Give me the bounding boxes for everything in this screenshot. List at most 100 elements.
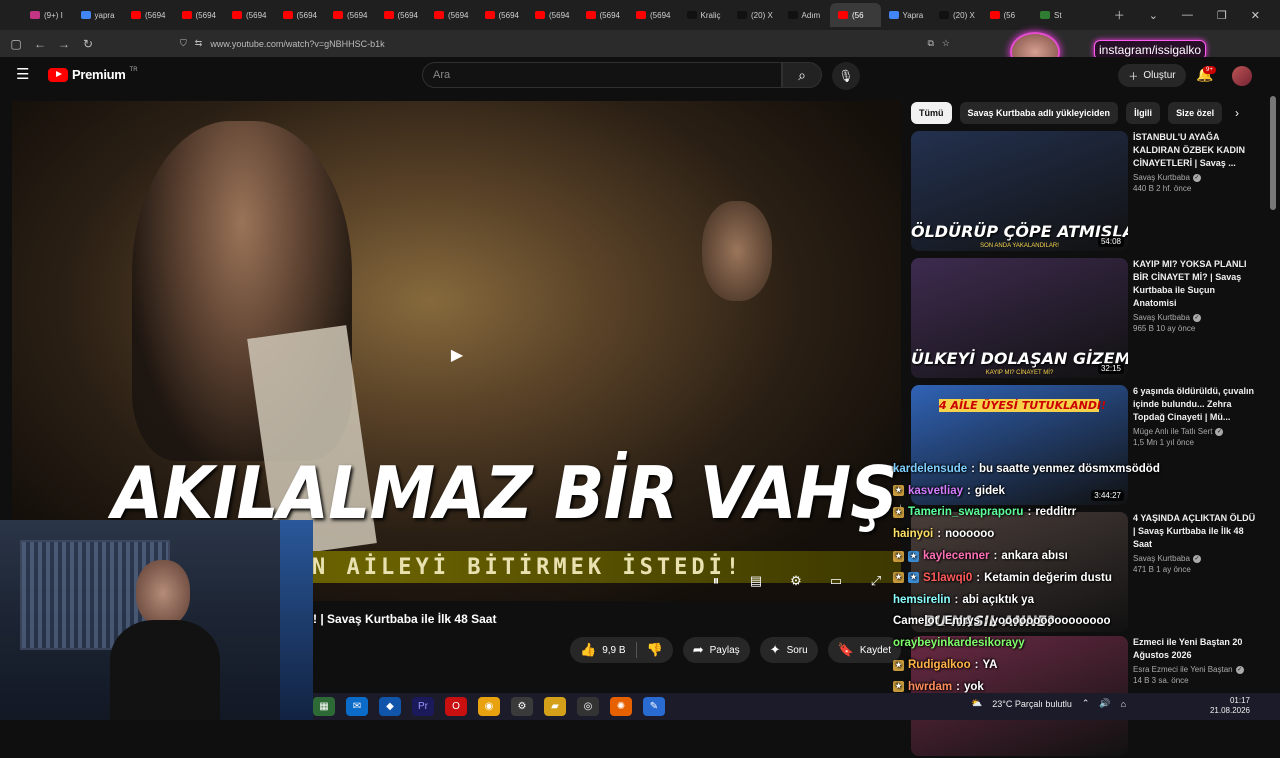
autoplay-toggle-icon[interactable]: ⏸ [707,573,725,589]
tab-favicon-icon [181,11,192,19]
settings-gear-icon[interactable]: ⚙ [787,573,805,589]
browser-tab[interactable]: (56 [830,3,881,27]
back-icon[interactable]: ← [28,37,52,51]
recommended-video[interactable]: ÖLDÜRÜP ÇÖPE ATMIŞLAR! SON ANDA YAKALANDI… [911,131,1256,253]
new-tab-icon[interactable]: ＋ [1114,7,1125,23]
screenshot-icon[interactable]: ⧉ [927,38,933,49]
browser-tab[interactable]: St [1032,3,1083,27]
voice-search-button[interactable]: 🎙 [832,62,860,90]
permissions-icon[interactable]: ⇆ [195,38,203,49]
browser-tab[interactable]: (5694 [376,3,427,27]
tab-label: (20) X [751,10,773,20]
chevron-right-icon[interactable]: › [1235,106,1239,120]
browser-tab[interactable]: (9+) I [22,3,73,27]
recommended-video-title[interactable]: Ezmeci ile Yeni Baştan 20 Ağustos 2026 [1133,636,1258,662]
firefox-icon[interactable]: ✺ [610,697,632,716]
like-button[interactable]: 👍 9,9 B 👎 [570,637,673,663]
browser-tab[interactable]: (5694 [325,3,376,27]
chat-username: Tamerin_swapraporu [908,506,1024,519]
forward-icon[interactable]: → [52,37,76,51]
filter-chip[interactable]: Tümü [911,102,952,124]
channel-name[interactable]: Müge Anlı ile Tatlı Sert [1133,427,1212,436]
ask-button[interactable]: ✦ Soru [759,637,818,663]
save-button[interactable]: 🔖 Kaydet [827,637,902,663]
browser-tab[interactable]: (5694 [578,3,629,27]
browser-tab[interactable]: (5694 [628,3,679,27]
browser-tab[interactable]: (5694 [275,3,326,27]
volume-icon[interactable]: 🔊 [1099,698,1110,709]
recommended-video-title[interactable]: 6 yaşında öldürüldü, çuvalın içinde bulu… [1133,385,1258,424]
browser-tab[interactable]: (5694 [426,3,477,27]
tab-favicon-icon [484,11,495,19]
browser-tab[interactable]: Yapra [881,3,932,27]
browser-tab[interactable]: (5694 [123,3,174,27]
close-window-icon[interactable]: ✕ [1251,9,1260,22]
subtitles-icon[interactable]: ▤ [747,573,765,589]
weather-text[interactable]: 23°C Parçalı bulutlu [992,699,1072,709]
paint-icon[interactable]: ✎ [643,697,665,716]
tab-label: (56 [1003,10,1016,20]
browser-tab[interactable]: (20) X [931,3,982,27]
chat-badge-icon: ★ [893,572,904,584]
play-icon[interactable]: ▶ [442,345,472,367]
premiere-icon[interactable]: Pr [412,697,434,716]
browser-tab[interactable]: (5694 [527,3,578,27]
clock[interactable]: 01:17 21.08.2026 [1210,696,1250,716]
workspaces-icon[interactable]: ▢ [4,37,28,51]
recommended-video-title[interactable]: KAYIP MI? YOKSA PLANLI BİR CİNAYET Mİ? |… [1133,258,1258,310]
tab-list-icon[interactable]: ⌄ [1149,9,1158,22]
opera-icon[interactable]: O [445,697,467,716]
youtube-logo[interactable]: Premium TR [48,67,138,82]
recommended-video-title[interactable]: İSTANBUL'U AYAĞA KALDIRAN ÖZBEK KADIN Cİ… [1133,131,1258,170]
restore-icon[interactable]: ❐ [1217,9,1227,22]
account-avatar[interactable] [1232,66,1252,86]
menu-icon[interactable]: ☰ [16,67,32,82]
network-icon[interactable]: ⌂ [1121,699,1126,709]
minimize-icon[interactable]: — [1182,9,1193,21]
video-stats: 471 B 1 ay önce [1133,565,1191,574]
filter-chip[interactable]: İlgili [1126,102,1161,124]
channel-name[interactable]: Savaş Kurtbaba [1133,313,1190,322]
store-icon[interactable]: ▦ [313,697,335,716]
url-field[interactable]: ⛉ ⇆ www.youtube.com/watch?v=gNBHHSC-b1k … [180,34,950,53]
thumbs-down-icon[interactable]: 👎 [647,642,663,658]
filter-chip[interactable]: Savaş Kurtbaba adlı yükleyiciden [959,102,1119,124]
share-button[interactable]: ➦ Paylaş [682,637,750,663]
chat-separator: : [1027,506,1032,519]
browser-tab[interactable]: Adım [780,3,831,27]
browser-tab[interactable]: Kraliç [679,3,730,27]
recommended-video-title[interactable]: 4 YAŞINDA AÇLIKTAN ÖLDÜ | Savaş Kurtbaba… [1133,512,1258,551]
dropbox-icon[interactable]: ◆ [379,697,401,716]
microphone-icon: 🎙 [838,69,854,83]
chrome-icon[interactable]: ◉ [478,697,500,716]
verified-check-icon: ✓ [1215,427,1224,436]
video-thumbnail[interactable]: ÜLKEYİ DOLAŞAN GİZEMLİ KAYIP KAYIP MI? Cİ… [911,258,1128,378]
refresh-icon[interactable]: ↻ [76,37,100,51]
site-info-icon[interactable]: ⛉ [180,38,187,49]
bookmark-star-icon[interactable]: ☆ [942,38,950,49]
channel-name[interactable]: Savaş Kurtbaba [1133,173,1190,182]
filter-chip[interactable]: Size özel [1168,102,1223,124]
theater-mode-icon[interactable]: ▭ [827,573,845,589]
obs-icon[interactable]: ◎ [577,697,599,716]
browser-tab[interactable]: (5694 [174,3,225,27]
file-explorer-icon[interactable]: ▰ [544,697,566,716]
chat-text: yoooooooooooooooo [991,615,1111,628]
steam-icon[interactable]: ⚙ [511,697,533,716]
recommended-video[interactable]: ÜLKEYİ DOLAŞAN GİZEMLİ KAYIP KAYIP MI? Cİ… [911,258,1256,380]
browser-tab[interactable]: (5694 [224,3,275,27]
video-thumbnail[interactable]: ÖLDÜRÜP ÇÖPE ATMIŞLAR! SON ANDA YAKALANDI… [911,131,1128,251]
browser-tab[interactable]: yapra [73,3,124,27]
chat-separator: : [954,593,959,606]
outlook-icon[interactable]: ✉ [346,697,368,716]
search-input[interactable]: Ara [422,62,782,88]
channel-name[interactable]: Esra Ezmeci ile Yeni Baştan [1133,665,1233,674]
page-scrollbar[interactable] [1270,96,1276,210]
browser-tab[interactable]: (56 [982,3,1033,27]
fullscreen-icon[interactable]: ⤢ [867,573,885,589]
browser-tab[interactable]: (20) X [729,3,780,27]
browser-tab[interactable]: (5694 [477,3,528,27]
tray-chevron-icon[interactable]: ⌃ [1082,698,1090,709]
create-button[interactable]: ＋ Oluştur [1118,64,1186,87]
search-button[interactable]: ⌕ [782,62,822,88]
